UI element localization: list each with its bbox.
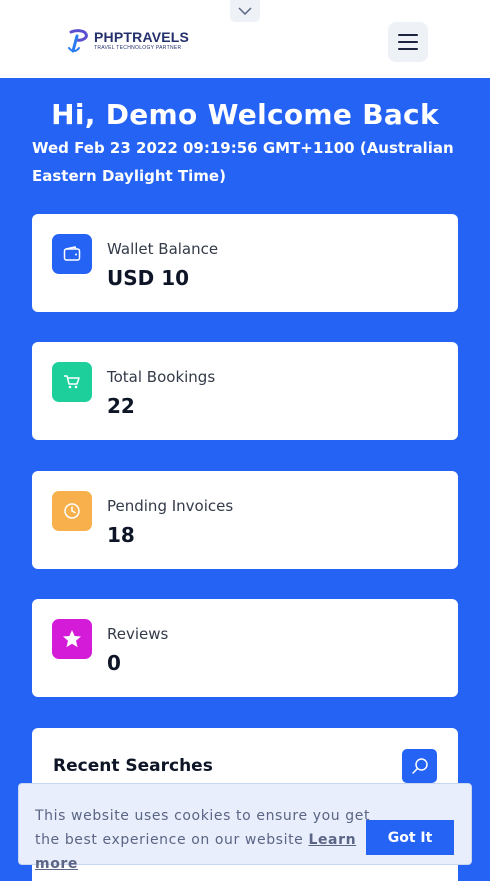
chevron-down-icon bbox=[238, 7, 252, 15]
card-value: 22 bbox=[107, 394, 135, 418]
card-label: Reviews bbox=[107, 625, 169, 643]
datetime-text: Wed Feb 23 2022 09:19:56 GMT+1100 (Austr… bbox=[32, 139, 454, 185]
recent-searches-title: Recent Searches bbox=[53, 756, 213, 776]
cart-icon bbox=[64, 375, 80, 389]
star-icon bbox=[63, 630, 81, 648]
card-label: Pending Invoices bbox=[107, 497, 234, 515]
welcome-title: Hi, Demo Welcome Back bbox=[51, 98, 439, 131]
cookie-banner: This website uses cookies to ensure you … bbox=[18, 783, 472, 872]
logo-icon bbox=[68, 29, 88, 53]
got-it-button[interactable]: Got It bbox=[366, 820, 454, 855]
hamburger-icon bbox=[398, 34, 418, 36]
total-bookings-card[interactable]: Total Bookings 22 bbox=[32, 342, 458, 440]
clock-icon bbox=[64, 503, 80, 519]
wallet-balance-card[interactable]: Wallet Balance USD 10 bbox=[32, 214, 458, 312]
header: PHPTRAVELS TRAVEL TECHNOLOGY PARTNER bbox=[0, 0, 490, 78]
top-toggle-button[interactable] bbox=[230, 0, 260, 22]
card-label: Total Bookings bbox=[107, 368, 216, 386]
wallet-icon-box bbox=[52, 234, 92, 274]
wallet-icon bbox=[63, 246, 81, 261]
card-value: 18 bbox=[107, 523, 135, 547]
logo-subtitle: TRAVEL TECHNOLOGY PARTNER bbox=[94, 45, 182, 51]
cart-icon-box bbox=[52, 362, 92, 402]
cookie-message: This website uses cookies to ensure you … bbox=[35, 804, 395, 876]
card-value: USD 10 bbox=[107, 266, 190, 290]
card-value: 0 bbox=[107, 651, 121, 675]
star-icon-box bbox=[52, 619, 92, 659]
pending-invoices-card[interactable]: Pending Invoices 18 bbox=[32, 471, 458, 569]
clock-icon-box bbox=[52, 491, 92, 531]
logo[interactable]: PHPTRAVELS TRAVEL TECHNOLOGY PARTNER bbox=[68, 28, 189, 54]
card-label: Wallet Balance bbox=[107, 240, 219, 258]
menu-button[interactable] bbox=[388, 22, 428, 62]
reviews-card[interactable]: Reviews 0 bbox=[32, 599, 458, 697]
search-icon bbox=[411, 758, 428, 774]
logo-title: PHPTRAVELS bbox=[94, 29, 190, 45]
recent-search-button[interactable] bbox=[402, 749, 437, 783]
